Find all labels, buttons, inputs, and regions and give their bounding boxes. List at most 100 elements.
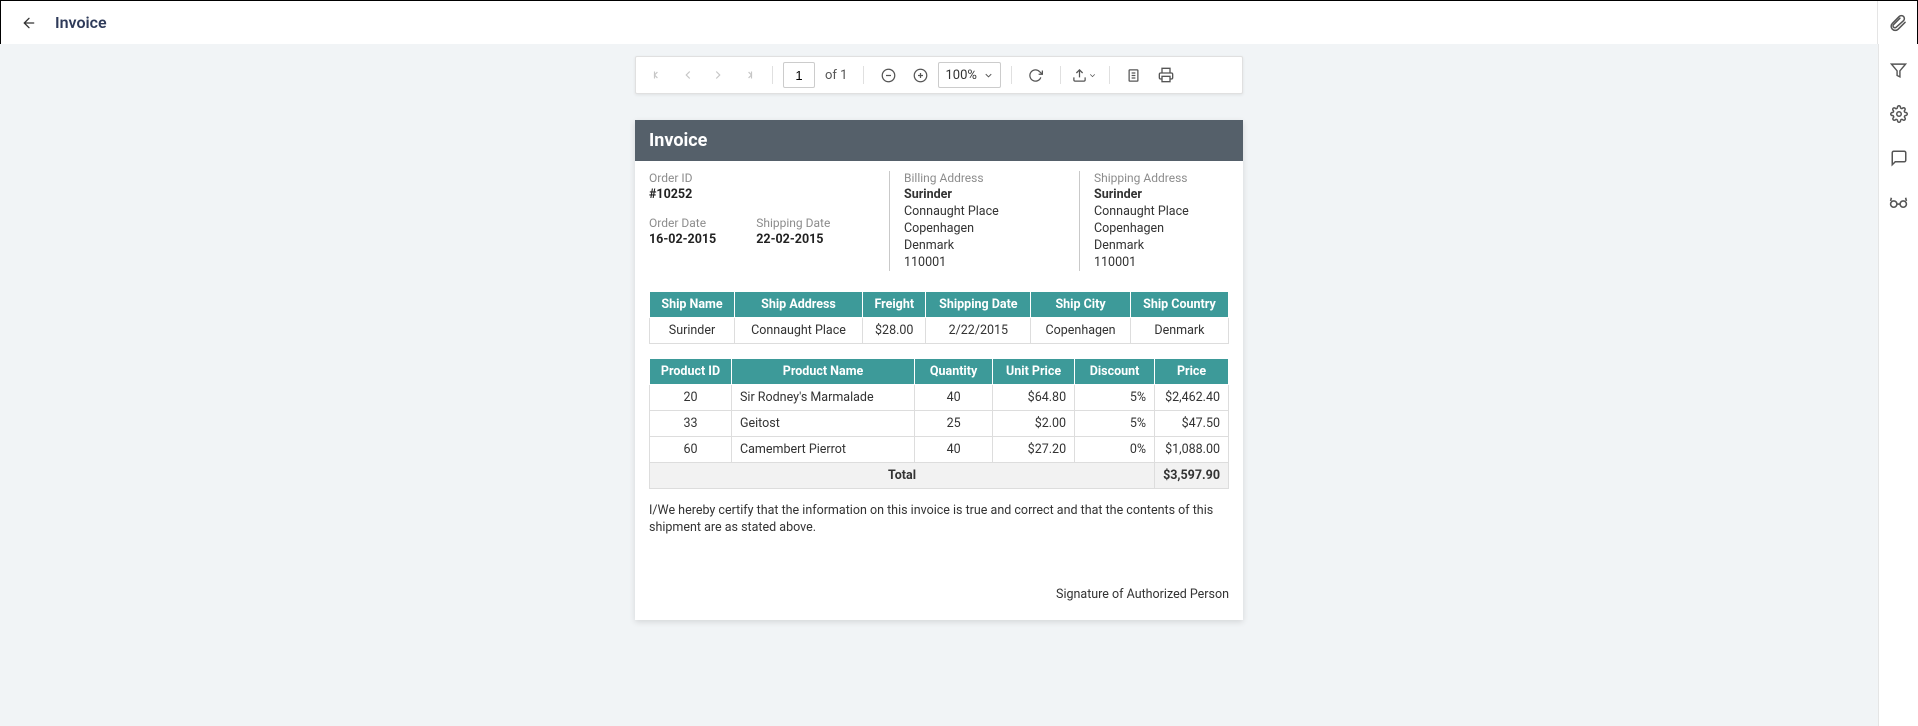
first-page-button[interactable] [644, 61, 672, 89]
cell-disc: 5% [1075, 411, 1155, 437]
last-page-icon [741, 68, 755, 82]
page-number-input[interactable] [783, 62, 815, 88]
total-label: Total [650, 463, 1155, 489]
cell-disc: 0% [1075, 437, 1155, 463]
table-row: Surinder Connaught Place $28.00 2/22/201… [650, 318, 1229, 344]
cell-pname: Geitost [732, 411, 915, 437]
price-header: Price [1155, 359, 1229, 385]
export-button[interactable] [1071, 61, 1099, 89]
signature-line: Signature of Authorized Person [635, 537, 1243, 620]
last-page-button[interactable] [734, 61, 762, 89]
cell-price: $47.50 [1155, 411, 1229, 437]
cell-pname: Sir Rodney's Marmalade [732, 385, 915, 411]
shipping-name: Surinder [1094, 187, 1189, 204]
refresh-icon [1028, 68, 1043, 83]
freight-header: Freight [863, 292, 926, 318]
page-title: Invoice [55, 13, 107, 32]
cell-price: $2,462.40 [1155, 385, 1229, 411]
cell-qty: 25 [915, 411, 993, 437]
shipping-postal: 110001 [1094, 255, 1189, 272]
zoom-select[interactable]: 100% [938, 62, 1000, 88]
gear-icon [1890, 105, 1908, 123]
product-name-header: Product Name [732, 359, 915, 385]
billing-city: Copenhagen [904, 221, 1065, 238]
shipping-line1: Connaught Place [1094, 204, 1189, 221]
plus-circle-icon [913, 68, 928, 83]
paperclip-icon [1889, 14, 1907, 32]
info-row: Order ID #10252 Order Date 16-02-2015 Sh… [635, 161, 1243, 285]
cell-ship-city: Copenhagen [1031, 318, 1131, 344]
comment-button[interactable] [1887, 146, 1911, 170]
shipping-date-value: 22-02-2015 [756, 232, 830, 247]
chevron-down-icon [1088, 71, 1097, 80]
ship-country-header: Ship Country [1130, 292, 1228, 318]
attachment-button[interactable] [1877, 1, 1917, 45]
page-icon [1126, 68, 1141, 83]
chevron-right-icon [711, 68, 725, 82]
billing-name: Surinder [904, 187, 1065, 204]
filter-button[interactable] [1887, 58, 1911, 82]
arrow-left-icon [21, 15, 37, 31]
cell-pname: Camembert Pierrot [732, 437, 915, 463]
canvas: of 1 100% Invoice [0, 44, 1878, 726]
glasses-icon [1889, 193, 1908, 212]
order-id-label: Order ID [649, 171, 875, 185]
cell-freight: $28.00 [863, 318, 926, 344]
prev-page-button[interactable] [674, 61, 702, 89]
product-id-header: Product ID [650, 359, 732, 385]
settings-button[interactable] [1887, 102, 1911, 126]
cell-ship-address: Connaught Place [735, 318, 863, 344]
items-table: Product ID Product Name Quantity Unit Pr… [649, 358, 1229, 489]
discount-header: Discount [1075, 359, 1155, 385]
viewer-toolbar: of 1 100% [635, 56, 1243, 94]
toolbar-separator [1011, 66, 1012, 84]
total-value: $3,597.90 [1155, 463, 1229, 489]
toolbar-separator [1060, 66, 1061, 84]
ship-table: Ship Name Ship Address Freight Shipping … [649, 291, 1229, 344]
shipping-country: Denmark [1094, 238, 1189, 255]
cell-pid: 60 [650, 437, 732, 463]
page-count-label: of 1 [825, 68, 847, 83]
print-button[interactable] [1152, 61, 1180, 89]
page-setup-button[interactable] [1120, 61, 1148, 89]
order-date-label: Order Date [649, 216, 716, 230]
shipping-address-label: Shipping Address [1094, 171, 1189, 185]
chevron-down-icon [983, 70, 994, 81]
zoom-out-button[interactable] [874, 61, 902, 89]
billing-country: Denmark [904, 238, 1065, 255]
toolbar-separator [1109, 66, 1110, 84]
table-row: 60Camembert Pierrot40$27.200%$1,088.00 [650, 437, 1229, 463]
zoom-in-button[interactable] [906, 61, 934, 89]
order-id-value: #10252 [649, 187, 875, 202]
next-page-button[interactable] [704, 61, 732, 89]
cell-ship-name: Surinder [650, 318, 735, 344]
back-button[interactable] [17, 11, 41, 35]
cell-unit: $64.80 [993, 385, 1075, 411]
cell-unit: $2.00 [993, 411, 1075, 437]
cell-ship-date: 2/22/2015 [926, 318, 1031, 344]
document-page: Invoice Order ID #10252 Order Date 16-02… [635, 120, 1243, 620]
document-title: Invoice [635, 120, 1243, 161]
chevron-left-icon [681, 68, 695, 82]
cell-qty: 40 [915, 437, 993, 463]
order-date-value: 16-02-2015 [649, 232, 716, 247]
cell-qty: 40 [915, 385, 993, 411]
cell-price: $1,088.00 [1155, 437, 1229, 463]
certification-text: I/We hereby certify that the information… [635, 489, 1243, 537]
table-row: 33Geitost25$2.005%$47.50 [650, 411, 1229, 437]
toolbar-separator [863, 66, 864, 84]
ship-name-header: Ship Name [650, 292, 735, 318]
export-icon [1072, 68, 1087, 83]
first-page-icon [651, 68, 665, 82]
refresh-button[interactable] [1022, 61, 1050, 89]
cell-unit: $27.20 [993, 437, 1075, 463]
filter-icon [1890, 62, 1907, 79]
billing-line1: Connaught Place [904, 204, 1065, 221]
glasses-button[interactable] [1887, 190, 1911, 214]
ship-address-header: Ship Address [735, 292, 863, 318]
quantity-header: Quantity [915, 359, 993, 385]
billing-postal: 110001 [904, 255, 1065, 272]
shipping-date-header: Shipping Date [926, 292, 1031, 318]
total-row: Total $3,597.90 [650, 463, 1229, 489]
cell-pid: 33 [650, 411, 732, 437]
